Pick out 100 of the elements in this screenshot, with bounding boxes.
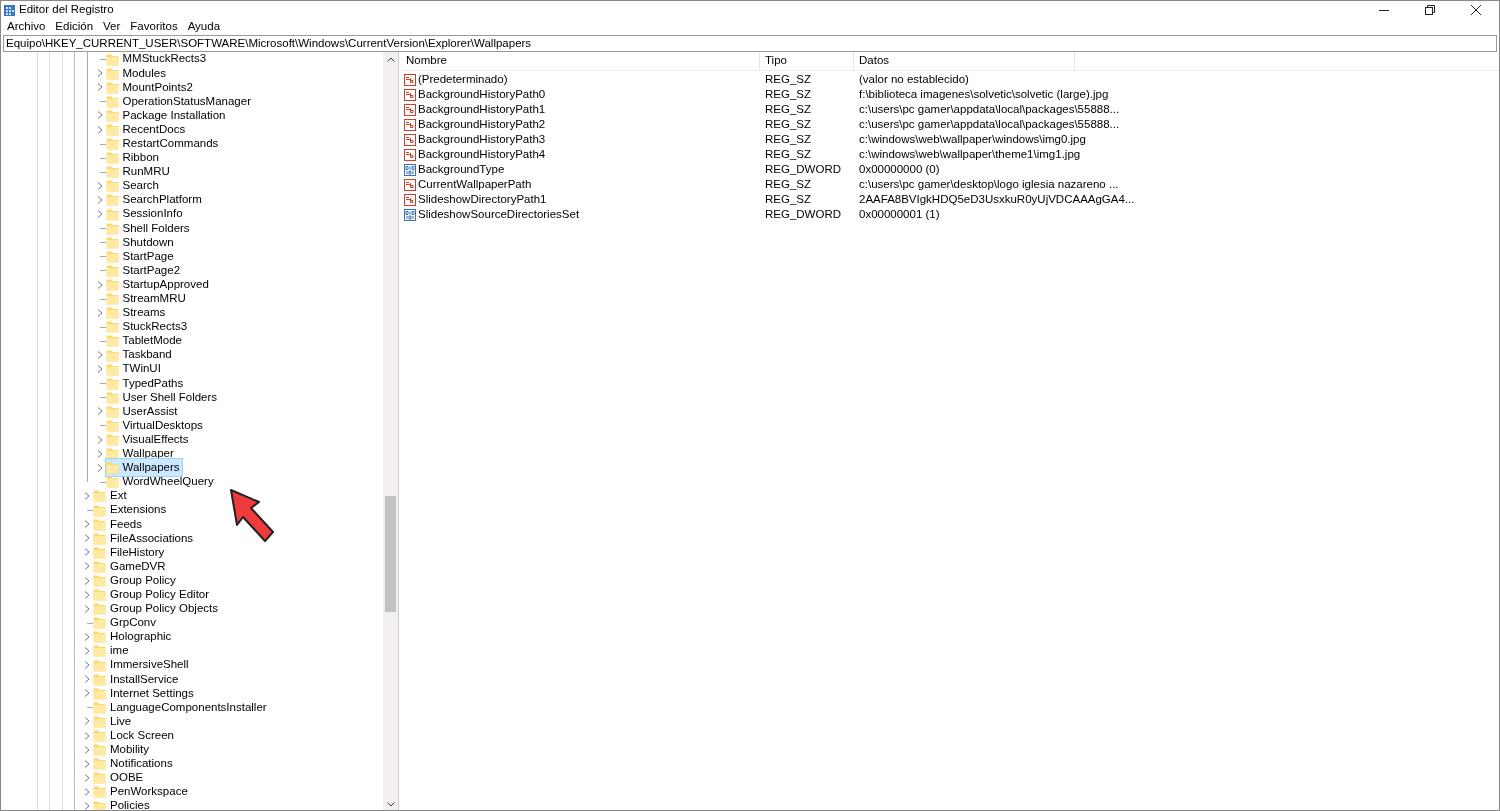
expand-chevron-icon[interactable] (84, 604, 90, 613)
scroll-down-icon[interactable] (386, 802, 395, 807)
binary-value-icon (404, 208, 416, 221)
expand-chevron-icon[interactable] (84, 802, 90, 810)
folder-icon (93, 630, 106, 644)
folder-icon (105, 278, 119, 292)
folder-icon (105, 137, 119, 151)
expand-chevron-icon[interactable] (84, 745, 90, 754)
value-data: 2AAFA8BVIgkHDQ5eD3UsxkuR0yUjVDCAAAgGA4... (858, 191, 1136, 207)
scroll-up-icon[interactable] (386, 57, 395, 62)
column-header[interactable]: Tipo (760, 52, 854, 70)
string-value-icon (404, 73, 416, 86)
expand-chevron-icon[interactable] (84, 731, 90, 740)
folder-icon (105, 348, 119, 362)
menu-item[interactable]: Ayuda (187, 18, 221, 36)
expand-chevron-icon[interactable] (84, 675, 90, 684)
expand-chevron-icon[interactable] (96, 449, 103, 458)
folder-icon (105, 376, 119, 390)
folder-icon (93, 588, 106, 602)
expand-chevron-icon[interactable] (96, 111, 103, 120)
expand-chevron-icon[interactable] (84, 787, 90, 796)
value-data: c:\windows\web\wallpaper\windows\img0.jpg (858, 131, 1087, 147)
folder-icon (93, 714, 106, 728)
folder-icon (105, 263, 119, 277)
expand-chevron-icon[interactable] (84, 717, 90, 726)
folder-icon (93, 686, 106, 700)
folder-icon (93, 503, 106, 517)
expand-chevron-icon[interactable] (84, 759, 90, 768)
value-type: REG_DWORD (764, 206, 843, 222)
folder-icon (93, 672, 106, 686)
value-type: REG_SZ (764, 86, 812, 102)
value-type: REG_SZ (764, 191, 812, 207)
folder-icon (105, 235, 119, 249)
menu-item[interactable]: Ver (103, 18, 121, 36)
folder-icon (105, 390, 119, 404)
close-icon (1471, 5, 1481, 15)
tree-item[interactable]: Wallpapers (105, 459, 182, 477)
folder-icon (93, 616, 106, 630)
expand-chevron-icon[interactable] (84, 562, 90, 571)
folder-icon (105, 80, 119, 94)
expand-chevron-icon[interactable] (96, 407, 103, 416)
expand-chevron-icon[interactable] (96, 435, 103, 444)
expand-chevron-icon[interactable] (84, 520, 90, 529)
value-data: c:\users\pc gamer\appdata\local\packages\55888... (858, 116, 1121, 132)
address-bar[interactable]: Equipo\HKEY_CURRENT_USER\SOFTWARE\Microsoft\Windows\CurrentVersion\Explorer\Wallpapers (3, 35, 1497, 52)
expand-chevron-icon[interactable] (96, 83, 103, 92)
scrollbar[interactable] (383, 52, 398, 810)
folder-icon (93, 729, 106, 743)
registry-editor-icon (3, 3, 16, 17)
expand-chevron-icon[interactable] (84, 773, 90, 782)
folder-icon (105, 66, 119, 80)
folder-icon (105, 292, 119, 306)
expand-chevron-icon[interactable] (96, 69, 103, 78)
value-data: c:\users\pc gamer\desktop\logo iglesia nazareno ... (858, 176, 1120, 192)
expand-chevron-icon[interactable] (84, 534, 90, 543)
folder-icon (105, 249, 119, 263)
expand-chevron-icon[interactable] (84, 576, 90, 585)
value-type: REG_SZ (764, 101, 812, 117)
string-value-icon (404, 178, 416, 191)
folder-icon (93, 658, 106, 672)
folder-icon (105, 94, 119, 108)
expand-chevron-icon[interactable] (96, 351, 103, 359)
expand-chevron-icon[interactable] (84, 661, 90, 670)
column-header[interactable]: Datos (854, 52, 1075, 70)
expand-chevron-icon[interactable] (84, 590, 90, 599)
folder-icon (93, 545, 106, 559)
expand-chevron-icon[interactable] (96, 196, 103, 204)
expand-chevron-icon[interactable] (96, 125, 103, 134)
expand-chevron-icon[interactable] (96, 210, 103, 219)
column-header[interactable]: Nombre (401, 52, 760, 70)
expand-chevron-icon[interactable] (96, 463, 103, 472)
expand-chevron-icon[interactable] (84, 689, 90, 698)
expand-chevron-icon[interactable] (96, 280, 103, 289)
folder-icon (93, 489, 106, 503)
menu-item[interactable]: Edición (55, 18, 94, 36)
value-type: REG_SZ (764, 131, 812, 147)
folder-icon (105, 165, 119, 179)
folder-icon (105, 108, 119, 122)
folder-icon (105, 475, 119, 489)
expand-chevron-icon[interactable] (84, 548, 90, 557)
expand-chevron-icon[interactable] (84, 632, 90, 641)
folder-icon (93, 743, 106, 757)
expand-chevron-icon[interactable] (96, 308, 103, 317)
expand-chevron-icon[interactable] (84, 647, 90, 655)
string-value-icon (404, 148, 416, 161)
folder-icon (105, 306, 119, 320)
menu-item[interactable]: Archivo (7, 18, 46, 36)
menu-item[interactable]: Favoritos (130, 18, 178, 36)
folder-icon (105, 419, 119, 432)
expand-chevron-icon[interactable] (84, 491, 90, 500)
expand-chevron-icon[interactable] (96, 365, 103, 374)
folder-icon (93, 799, 106, 810)
folder-icon (105, 52, 119, 66)
folder-icon (93, 531, 106, 545)
folder-icon (105, 433, 119, 447)
string-value-icon (404, 118, 416, 131)
scrollbar-thumb[interactable] (385, 496, 396, 612)
expand-chevron-icon[interactable] (96, 181, 103, 190)
value-data: 0x00000000 (0) (858, 161, 941, 177)
folder-icon (93, 700, 106, 714)
